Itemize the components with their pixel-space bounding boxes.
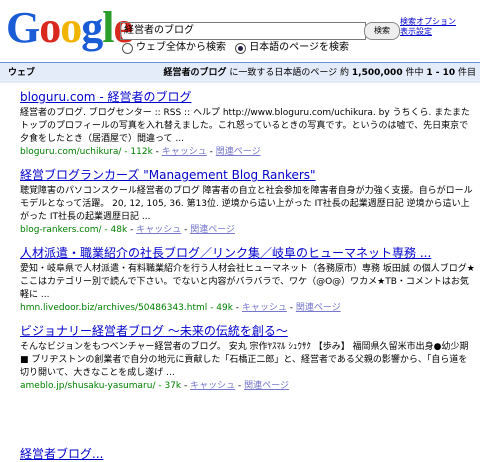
result-title-link[interactable]: ビジョナリー経営者ブログ 〜未来の伝統を創る〜 [20,324,475,339]
related-link[interactable]: 関連ページ [244,381,289,391]
summary-range: 1 - 10 [426,68,456,78]
result-meta: blog-rankers.com/ - 48k - キャッシュ - 関連ページ [20,225,236,235]
summary-text: に一致する日本語のページ 約 [226,68,352,78]
advanced-search-link[interactable]: 検索オプション [400,17,456,27]
search-result: bloguru.com - 経営者のブログ 経営者のブログ. ブログセンター :… [20,90,475,159]
logo-letter: o [39,3,61,52]
related-link[interactable]: 関連ページ [216,147,261,157]
cache-link[interactable]: キャッシュ [136,225,181,235]
summary-count: 1,500,000 [351,68,403,78]
radio-button[interactable] [122,42,133,54]
google-logo[interactable]: Google [6,3,133,52]
result-url: blog-rankers.com/ [20,225,102,235]
result-snippet: 経営者のブログ. ブログセンター :: RSS :: ヘルプ http://ww… [20,108,470,144]
header: Google 経営者のブログ 検索 検索オプション 表示設定 ウェブ全体から検索… [0,0,480,62]
result-title-link[interactable]: 人材派遣・職業紹介の社長ブログ／リンク集／岐阜のヒューマネット専務 ... [20,246,475,261]
result-size: 48k [110,225,128,235]
related-link[interactable]: 関連ページ [190,225,235,235]
summary-text: 件中 [402,68,427,78]
radio-button[interactable] [235,42,247,54]
result-url: bloguru.com/uchikura/ [20,147,122,157]
cache-link[interactable]: キャッシュ [190,381,235,391]
results-summary: 経営者のブログ に一致する日本語のページ 約 1,500,000 件中 1 - … [163,63,476,83]
result-title-link[interactable]: 経営ブログランカーズ "Management Blog Rankers" [20,168,475,183]
logo-letter: o [60,3,82,52]
search-result: 人材派遣・職業紹介の社長ブログ／リンク集／岐阜のヒューマネット専務 ... 愛知… [20,246,475,315]
radio-label: ウェブ全体から検索 [136,42,226,53]
results-list: bloguru.com - 経営者のブログ 経営者のブログ. ブログセンター :… [20,90,475,402]
radio-web[interactable]: ウェブ全体から検索 [122,42,226,54]
preferences-link[interactable]: 表示設定 [400,27,456,37]
summary-query: 経営者のブログ [163,68,227,78]
result-snippet: 愛知・岐阜県で人材派遣・有料職業紹介を行う人材会社ヒューマネット（各務原市）専務… [20,264,475,300]
result-url: ameblo.jp/shusaku-yasumaru/ [20,381,156,391]
result-meta: bloguru.com/uchikura/ - 112k - キャッシュ - 関… [20,147,261,157]
result-snippet: 聴覚障害のパソコンスクール経営者のブログ 障害者の自立と社会参加を障害者自身が力… [20,186,473,222]
cache-link[interactable]: キャッシュ [162,147,207,157]
result-meta: hmn.livedoor.biz/archives/50486343.html … [20,303,341,313]
search-button[interactable]: 検索 [364,22,400,40]
result-title-link[interactable]: 経営者ブログ... [20,445,103,462]
logo-letter: g [81,3,103,52]
result-url: hmn.livedoor.biz/archives/50486343.html [20,303,208,313]
tab-web[interactable]: ウェブ [8,63,35,83]
related-link[interactable]: 関連ページ [296,303,341,313]
search-result: ビジョナリー経営者ブログ 〜未来の伝統を創る〜 そんなビジョンをもつベンチャー経… [20,324,475,393]
logo-letter: l [102,3,114,52]
result-meta: ameblo.jp/shusaku-yasumaru/ - 37k - キャッシ… [20,381,289,391]
result-snippet: そんなビジョンをもつベンチャー経営者のブログ。 安丸 宗作ﾔｽﾏﾙ ｼｭｳｻｸ … [20,342,469,378]
results-bar: ウェブ 経営者のブログ に一致する日本語のページ 約 1,500,000 件中 … [0,62,480,83]
result-size: 112k [130,147,153,157]
result-size: 49k [216,303,233,313]
search-input[interactable]: 経営者のブログ [120,22,366,40]
summary-text: 件目 [455,68,476,78]
option-links: 検索オプション 表示設定 [400,17,456,37]
radio-japanese[interactable]: 日本語のページを検索 [235,42,349,54]
cache-link[interactable]: キャッシュ [242,303,287,313]
radio-label: 日本語のページを検索 [249,42,349,53]
logo-letter: G [6,3,40,52]
search-scope: ウェブ全体から検索 日本語のページを検索 [122,42,355,58]
result-title-link[interactable]: bloguru.com - 経営者のブログ [20,90,475,105]
search-result: 経営ブログランカーズ "Management Blog Rankers" 聴覚障… [20,168,475,237]
result-size: 37k [164,381,182,391]
